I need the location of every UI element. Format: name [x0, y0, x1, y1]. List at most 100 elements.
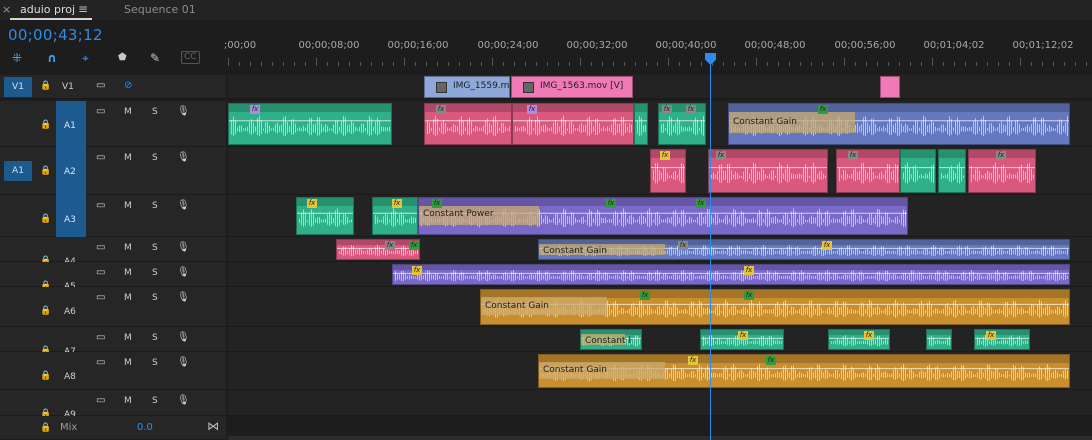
fx-badge[interactable]: fx — [848, 151, 858, 160]
sync-lock-icon[interactable]: ▭ — [96, 106, 105, 117]
audio-clip[interactable]: Constant Gain — [538, 239, 1070, 260]
fx-badge[interactable]: fx — [738, 331, 748, 340]
fx-badge[interactable]: fx — [392, 199, 402, 208]
sync-lock-icon[interactable]: ▭ — [96, 267, 105, 278]
audio-clip[interactable] — [296, 197, 354, 235]
add-marker-icon[interactable]: ⬟ — [118, 51, 127, 65]
mute-button[interactable]: M — [124, 243, 132, 253]
horizontal-scrollbar[interactable] — [228, 436, 1092, 440]
solo-button[interactable]: S — [152, 333, 158, 343]
audio-clip[interactable] — [926, 329, 952, 350]
fx-badge[interactable]: fx — [822, 241, 832, 250]
audio-clip[interactable] — [836, 149, 900, 193]
fx-badge[interactable]: fx — [716, 151, 726, 160]
fx-badge[interactable]: fx — [640, 291, 650, 300]
voice-over-record-icon[interactable]: 🎙 — [177, 395, 190, 406]
source-patch-a1[interactable]: A1 — [4, 161, 32, 181]
lock-icon[interactable]: 🔒 — [40, 214, 51, 224]
sync-lock-icon[interactable]: ▭ — [96, 395, 105, 406]
fx-badge[interactable]: fx — [527, 105, 537, 114]
lock-icon[interactable]: 🔒 — [40, 306, 51, 316]
source-patch-v1[interactable]: V1 — [4, 77, 32, 97]
mute-button[interactable]: M — [124, 358, 132, 368]
time-ruler[interactable]: ;00;00 00;00;08;00 00;00;16;00 00;00;24;00 0… — [224, 36, 1092, 66]
sync-lock-icon[interactable]: ▭ — [96, 357, 105, 368]
mix-value[interactable]: 0.0 — [137, 422, 153, 433]
lock-icon[interactable]: 🔒 — [40, 166, 51, 176]
fx-badge[interactable]: fx — [436, 105, 446, 114]
fx-badge[interactable]: fx — [688, 356, 698, 365]
audio-clip[interactable]: Constant Gain — [728, 103, 1070, 145]
tab-aduio-proj[interactable]: aduio proj — [20, 3, 75, 16]
fx-badge[interactable]: fx — [307, 199, 317, 208]
video-clip[interactable] — [880, 76, 900, 98]
mute-button[interactable]: M — [124, 396, 132, 406]
audio-clip[interactable] — [392, 264, 1070, 285]
sync-lock-icon[interactable]: ▭ — [96, 292, 105, 303]
linked-selection-icon[interactable]: ⌖ — [82, 51, 89, 65]
mute-button[interactable]: M — [124, 268, 132, 278]
audio-clip[interactable]: Constant I — [580, 329, 642, 350]
solo-button[interactable]: S — [152, 243, 158, 253]
fx-badge[interactable]: fx — [686, 105, 696, 114]
mute-button[interactable]: M — [124, 153, 132, 163]
magnet-icon[interactable]: ∩ — [47, 51, 57, 65]
audio-clip[interactable]: Constant Gain — [538, 354, 1070, 388]
fx-badge[interactable]: fx — [432, 199, 442, 208]
voice-over-record-icon[interactable]: 🎙 — [177, 332, 190, 343]
audio-clip[interactable] — [634, 103, 648, 145]
audio-clip[interactable] — [900, 149, 936, 193]
fx-badge[interactable]: fx — [412, 266, 422, 275]
fx-badge[interactable]: fx — [385, 241, 395, 250]
playhead-timecode[interactable]: 00;00;43;12 — [8, 26, 103, 44]
fx-badge[interactable]: fx — [660, 151, 670, 160]
sync-lock-icon[interactable]: ▭ — [96, 242, 105, 253]
mute-button[interactable]: M — [124, 293, 132, 303]
lock-icon[interactable]: 🔒 — [40, 423, 51, 433]
fx-badge[interactable]: fx — [696, 199, 706, 208]
fx-badge[interactable]: fx — [864, 331, 874, 340]
mix-end-icon[interactable]: ⋈ — [207, 419, 219, 433]
lock-icon[interactable]: 🔒 — [40, 371, 51, 381]
voice-over-record-icon[interactable]: 🎙 — [177, 267, 190, 278]
fx-badge[interactable]: fx — [606, 199, 616, 208]
snap-in-sequence-icon[interactable]: ⁜ — [12, 51, 22, 65]
audio-clip[interactable] — [828, 329, 890, 350]
panel-menu-icon[interactable]: ≡ — [78, 2, 88, 16]
solo-button[interactable]: S — [152, 358, 158, 368]
wrench-icon[interactable]: ✎ — [150, 51, 160, 65]
fx-badge[interactable]: fx — [662, 105, 672, 114]
tab-sequence-01[interactable]: Sequence 01 — [124, 3, 196, 16]
mute-button[interactable]: M — [124, 107, 132, 117]
film-icon[interactable]: ▭ — [96, 80, 105, 91]
fx-badge[interactable]: fx — [766, 356, 776, 365]
lock-icon[interactable]: 🔒 — [40, 81, 51, 91]
voice-over-record-icon[interactable]: 🎙 — [177, 292, 190, 303]
audio-clip[interactable]: Constant Gain — [480, 289, 1070, 325]
solo-button[interactable]: S — [152, 293, 158, 303]
voice-over-record-icon[interactable]: 🎙 — [177, 357, 190, 368]
close-tab-icon[interactable]: × — [2, 3, 11, 16]
fx-badge[interactable]: fx — [818, 105, 828, 114]
audio-clip[interactable] — [708, 149, 828, 193]
fx-badge[interactable]: fx — [986, 331, 996, 340]
voice-over-record-icon[interactable]: 🎙 — [177, 200, 190, 211]
voice-over-record-icon[interactable]: 🎙 — [177, 152, 190, 163]
audio-clip[interactable]: Constant Power — [418, 197, 908, 235]
audio-clip[interactable] — [938, 149, 966, 193]
voice-over-record-icon[interactable]: 🎙 — [177, 106, 190, 117]
solo-button[interactable]: S — [152, 107, 158, 117]
fx-badge[interactable]: fx — [678, 241, 688, 250]
solo-button[interactable]: S — [152, 268, 158, 278]
mute-button[interactable]: M — [124, 333, 132, 343]
solo-button[interactable]: S — [152, 396, 158, 406]
mute-button[interactable]: M — [124, 201, 132, 211]
audio-clip[interactable] — [336, 239, 420, 260]
video-clip[interactable]: IMG_1563.mov [V] — [511, 76, 633, 98]
fx-badge[interactable]: fx — [250, 105, 260, 114]
lock-icon[interactable]: 🔒 — [40, 120, 51, 130]
sync-lock-icon[interactable]: ▭ — [96, 152, 105, 163]
fx-badge[interactable]: fx — [744, 291, 754, 300]
sync-lock-icon[interactable]: ▭ — [96, 332, 105, 343]
sync-lock-icon[interactable]: ▭ — [96, 200, 105, 211]
